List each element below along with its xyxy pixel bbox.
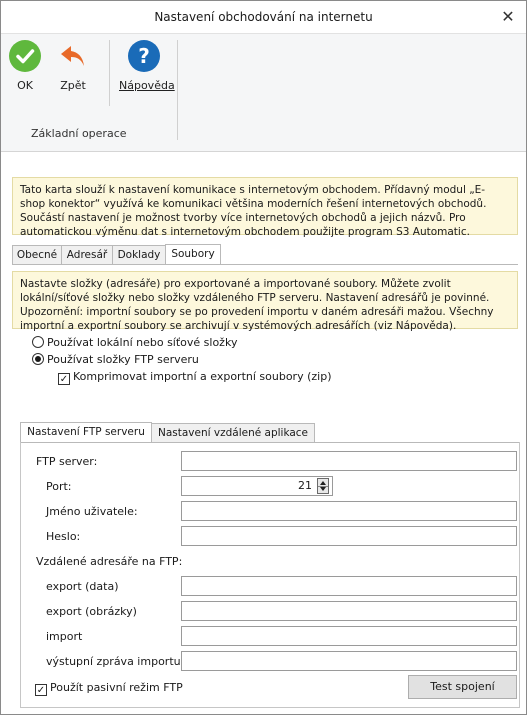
passive-mode-label: Použít pasivní režim FTP	[50, 681, 183, 694]
radio-dot-selected	[32, 353, 44, 365]
ok-label: OK	[17, 79, 33, 92]
tab-documents[interactable]: Doklady	[112, 245, 166, 264]
help-button[interactable]: ? Nápověda	[119, 40, 175, 92]
ribbon-group-title: Základní operace	[31, 127, 127, 140]
ftp-server-label: FTP server:	[36, 455, 98, 468]
ribbon: OK Zpět ? Nápověda Základní operace	[1, 34, 526, 152]
tab-address-book[interactable]: Adresář	[61, 245, 113, 264]
back-label: Zpět	[60, 79, 86, 92]
main-tabs-baseline	[12, 264, 518, 265]
checkbox-box: ✓	[58, 373, 70, 385]
password-label: Heslo:	[46, 530, 81, 543]
close-button[interactable]: ✕	[490, 1, 526, 33]
ftp-server-input[interactable]	[181, 451, 517, 471]
undo-arrow-icon	[57, 40, 89, 72]
import-input[interactable]	[181, 626, 517, 646]
test-connection-button[interactable]: Test spojení	[408, 675, 517, 699]
username-label: Jméno uživatele:	[46, 505, 138, 518]
radio-local-folders[interactable]: Používat lokální nebo síťové složky	[32, 336, 237, 349]
files-info-box: Nastavte složky (adresáře) pro exportova…	[12, 271, 518, 332]
checkbox-box: ✓	[35, 684, 47, 696]
ok-button[interactable]: OK	[8, 40, 42, 92]
export-data-input[interactable]	[181, 576, 517, 596]
window-title: Nastavení obchodování na internetu	[154, 10, 373, 24]
port-input[interactable]: 21	[181, 476, 333, 496]
export-data-label: export (data)	[46, 580, 119, 593]
port-spinner-icon[interactable]	[317, 478, 329, 494]
general-info-box: Tato karta slouží k nastavení komunikace…	[12, 177, 518, 238]
radio-local-label: Používat lokální nebo síťové složky	[47, 336, 238, 349]
check-icon	[9, 40, 41, 72]
import-label: import	[46, 630, 83, 643]
tab-ftp-settings[interactable]: Nastavení FTP serveru	[20, 422, 152, 442]
export-images-label: export (obrázky)	[46, 605, 137, 618]
back-button[interactable]: Zpět	[53, 40, 93, 92]
help-icon: ?	[128, 40, 160, 72]
tab-remote-app-settings[interactable]: Nastavení vzdálené aplikace	[151, 423, 315, 442]
import-report-input[interactable]	[181, 651, 517, 671]
title-bar: Nastavení obchodování na internetu ✕	[1, 1, 526, 34]
radio-dot	[32, 336, 44, 348]
ribbon-group-separator	[177, 40, 178, 140]
passive-mode-checkbox[interactable]: ✓ Použít pasivní režim FTP	[35, 681, 183, 696]
radio-ftp-label: Používat složky FTP serveru	[47, 353, 199, 366]
import-report-label: výstupní zpráva importu	[46, 655, 181, 668]
compress-label: Komprimovat importní a exportní soubory …	[73, 370, 332, 383]
radio-ftp-folders[interactable]: Používat složky FTP serveru	[32, 353, 199, 366]
password-input[interactable]	[181, 526, 517, 546]
port-label: Port:	[46, 480, 72, 493]
dialog-window: Nastavení obchodování na internetu ✕ OK …	[0, 0, 527, 715]
ribbon-separator	[109, 40, 110, 106]
remote-dirs-label: Vzdálené adresáře na FTP:	[36, 555, 183, 568]
username-input[interactable]	[181, 501, 517, 521]
svg-text:?: ?	[138, 44, 150, 68]
tab-files[interactable]: Soubory	[165, 244, 221, 264]
tab-general[interactable]: Obecné	[12, 245, 62, 264]
help-label: Nápověda	[119, 79, 175, 92]
compress-checkbox[interactable]: ✓ Komprimovat importní a exportní soubory…	[58, 370, 331, 385]
export-images-input[interactable]	[181, 601, 517, 621]
